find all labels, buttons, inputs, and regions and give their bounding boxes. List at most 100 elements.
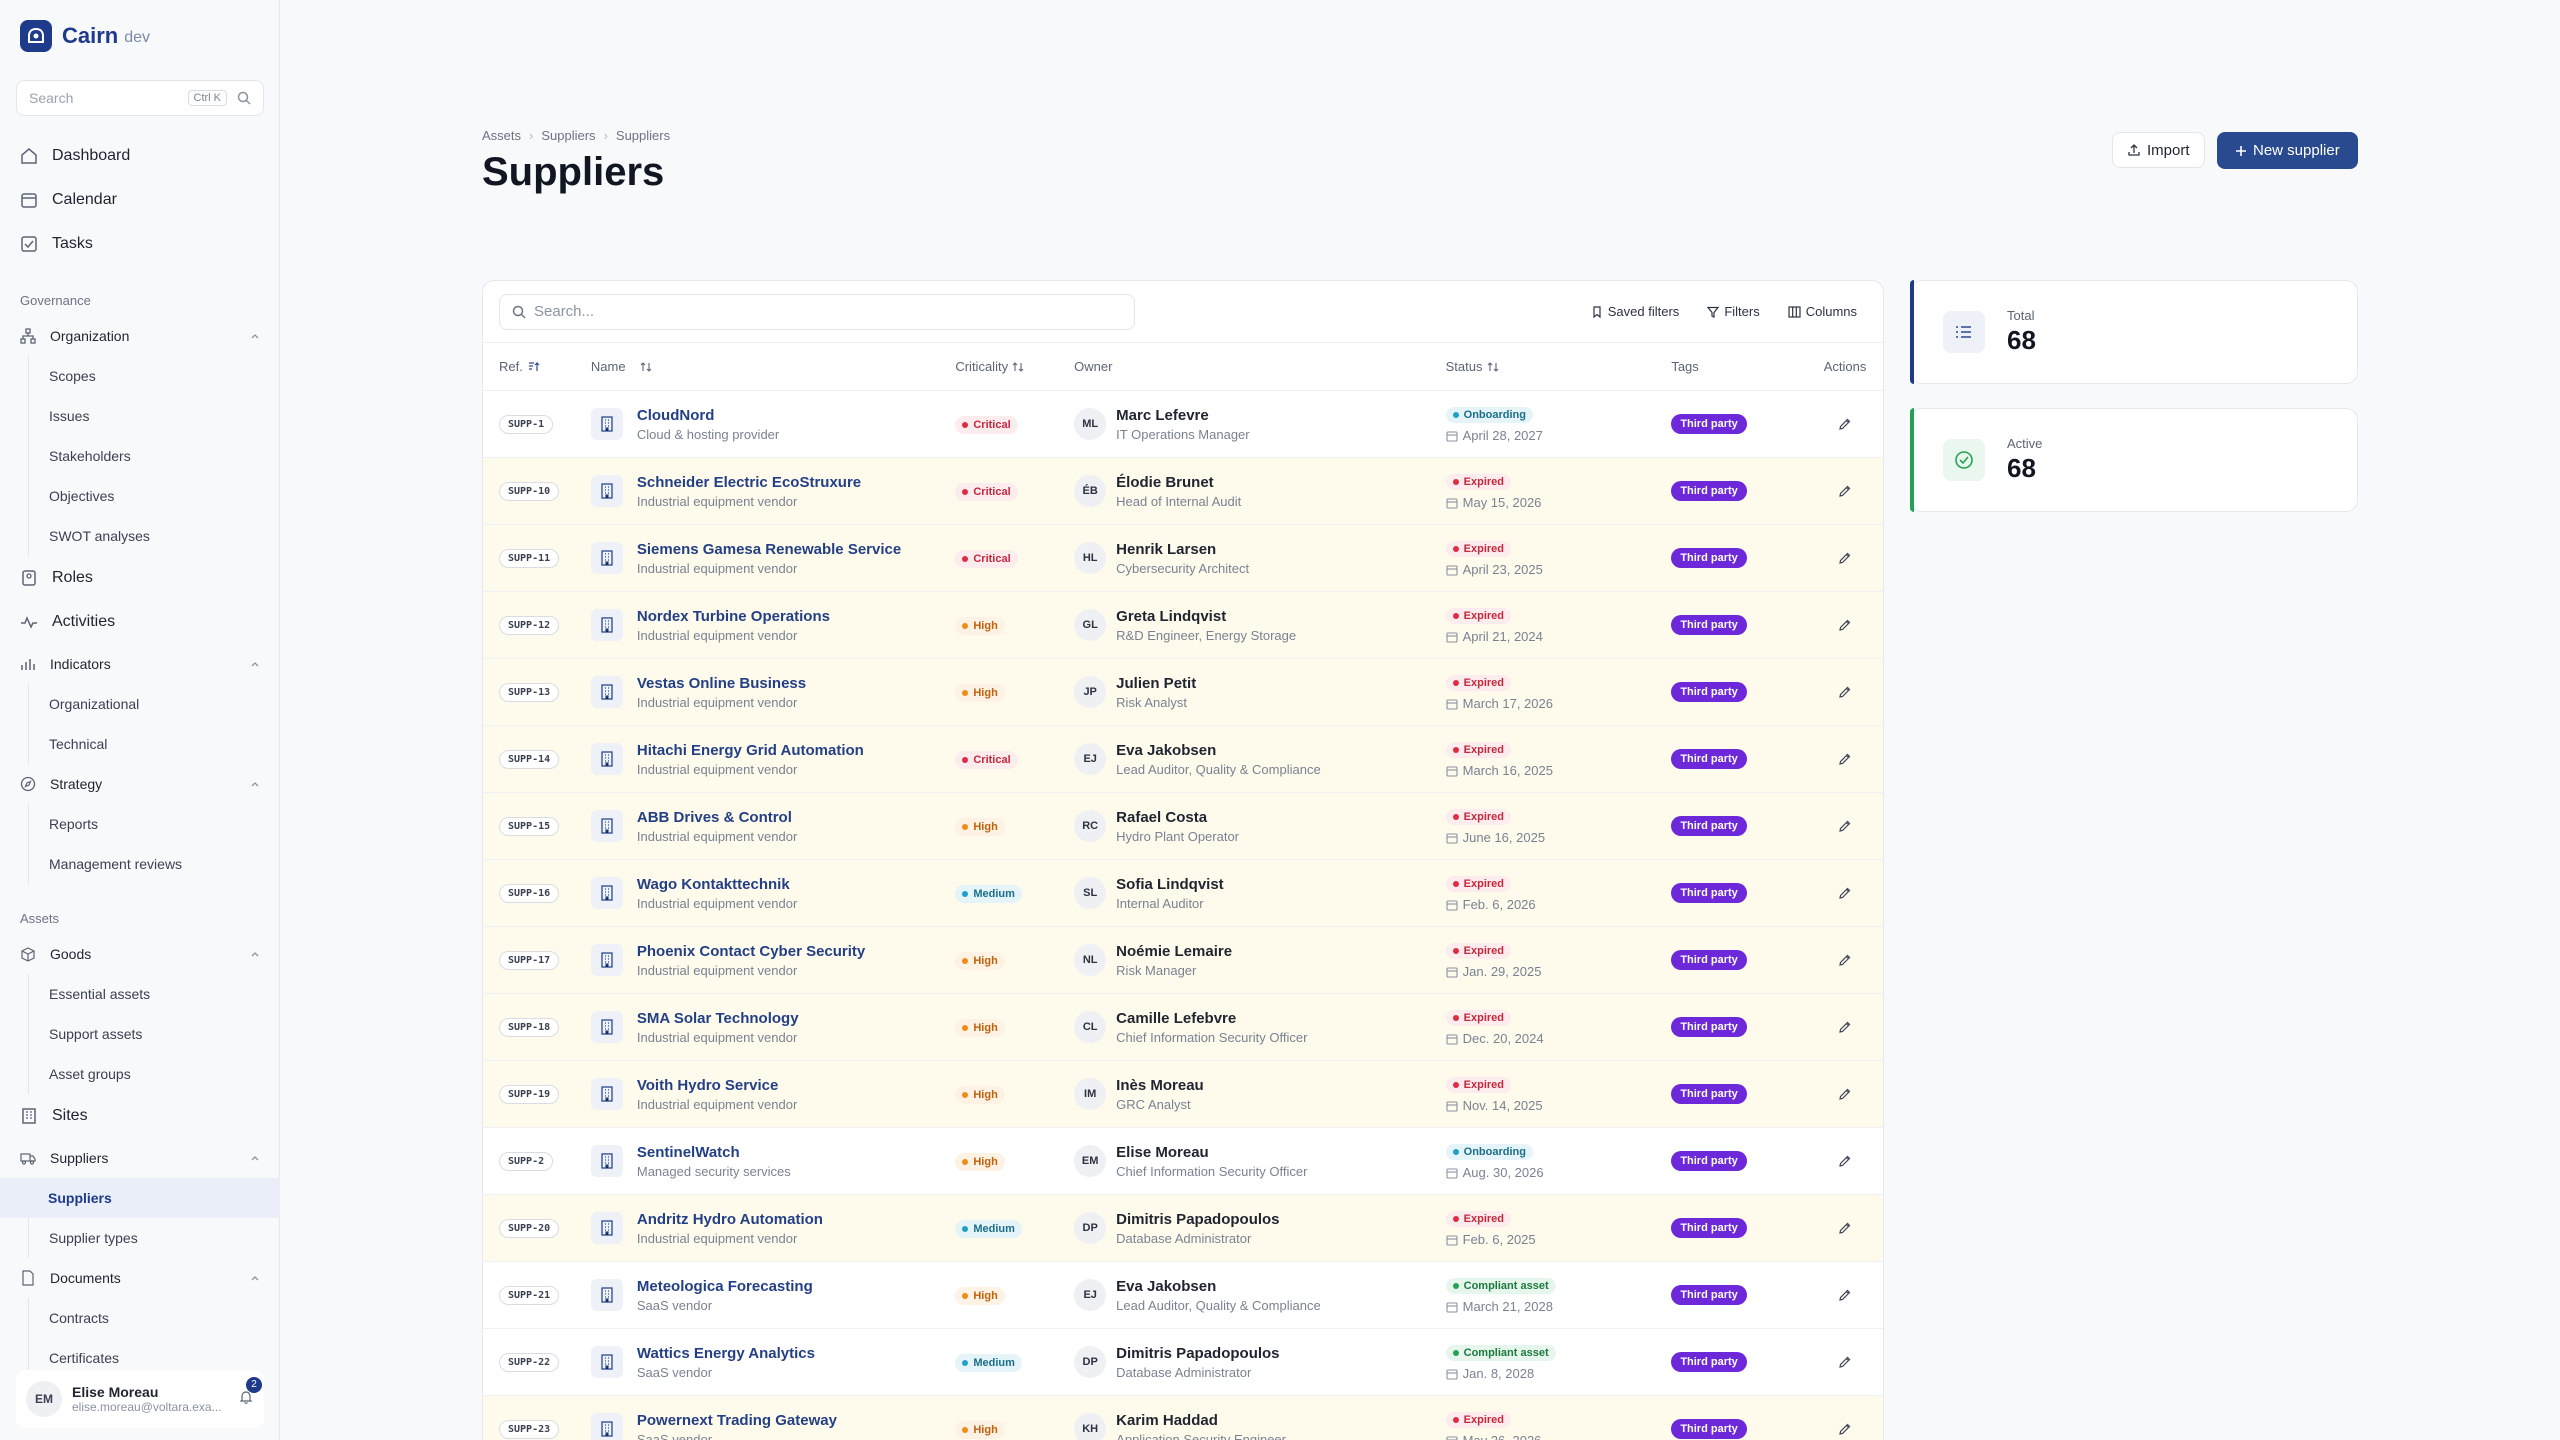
edit-icon[interactable] xyxy=(1838,417,1852,431)
chevron-up-icon[interactable] xyxy=(250,1273,260,1283)
sidebar-item-sites[interactable]: Sites xyxy=(0,1094,280,1138)
sidebar-item-reports[interactable]: Reports xyxy=(28,804,280,844)
breadcrumb-item[interactable]: Suppliers xyxy=(541,128,595,143)
sidebar-group-goods[interactable]: Goods xyxy=(0,934,280,974)
chevron-up-icon[interactable] xyxy=(250,779,260,789)
sidebar-item-issues[interactable]: Issues xyxy=(28,396,280,436)
edit-icon[interactable] xyxy=(1838,752,1852,766)
supplier-name-link[interactable]: SMA Solar Technology xyxy=(637,1010,799,1027)
chevron-up-icon[interactable] xyxy=(250,659,260,669)
supplier-name-link[interactable]: Voith Hydro Service xyxy=(637,1077,797,1094)
table-row[interactable]: SUPP-21 Meteologica Forecasting SaaS ven… xyxy=(483,1262,1883,1329)
supplier-name-link[interactable]: Wattics Energy Analytics xyxy=(637,1345,815,1362)
sidebar-item-objectives[interactable]: Objectives xyxy=(28,476,280,516)
edit-icon[interactable] xyxy=(1838,1154,1852,1168)
brand[interactable]: Cairn dev xyxy=(20,18,150,54)
edit-icon[interactable] xyxy=(1838,1288,1852,1302)
table-row[interactable]: SUPP-18 SMA Solar Technology Industrial … xyxy=(483,994,1883,1061)
chevron-up-icon[interactable] xyxy=(250,1153,260,1163)
sidebar-search-input[interactable]: Search Ctrl K xyxy=(16,80,264,116)
table-row[interactable]: SUPP-22 Wattics Energy Analytics SaaS ve… xyxy=(483,1329,1883,1396)
cell-criticality: High xyxy=(955,1018,1074,1037)
edit-icon[interactable] xyxy=(1838,819,1852,833)
supplier-name-link[interactable]: SentinelWatch xyxy=(637,1144,791,1161)
sidebar-item-supplier-types[interactable]: Supplier types xyxy=(28,1218,280,1258)
columns-button[interactable]: Columns xyxy=(1778,297,1867,327)
table-row[interactable]: SUPP-1 CloudNord Cloud & hosting provide… xyxy=(483,391,1883,458)
sidebar-item-calendar[interactable]: Calendar xyxy=(0,178,280,222)
column-header-criticality[interactable]: Criticality xyxy=(955,359,1074,374)
table-row[interactable]: SUPP-2 SentinelWatch Managed security se… xyxy=(483,1128,1883,1195)
table-row[interactable]: SUPP-13 Vestas Online Business Industria… xyxy=(483,659,1883,726)
sidebar-item-management-reviews[interactable]: Management reviews xyxy=(28,844,280,884)
table-row[interactable]: SUPP-23 Powernext Trading Gateway SaaS v… xyxy=(483,1396,1883,1440)
table-row[interactable]: SUPP-12 Nordex Turbine Operations Indust… xyxy=(483,592,1883,659)
user-card[interactable]: EM Elise Moreau elise.moreau@voltara.exa… xyxy=(16,1370,264,1428)
sidebar-item-essential-assets[interactable]: Essential assets xyxy=(28,974,280,1014)
table-row[interactable]: SUPP-16 Wago Kontakttechnik Industrial e… xyxy=(483,860,1883,927)
edit-icon[interactable] xyxy=(1838,1355,1852,1369)
edit-icon[interactable] xyxy=(1838,551,1852,565)
edit-icon[interactable] xyxy=(1838,1020,1852,1034)
supplier-name-link[interactable]: Siemens Gamesa Renewable Service xyxy=(637,541,901,558)
column-header-ref[interactable]: Ref. xyxy=(483,359,591,374)
supplier-name-link[interactable]: Wago Kontakttechnik xyxy=(637,876,797,893)
import-button[interactable]: Import xyxy=(2112,132,2205,168)
table-row[interactable]: SUPP-11 Siemens Gamesa Renewable Service… xyxy=(483,525,1883,592)
sidebar-item-roles[interactable]: Roles xyxy=(0,556,280,600)
sidebar-item-technical[interactable]: Technical xyxy=(28,724,280,764)
table-row[interactable]: SUPP-14 Hitachi Energy Grid Automation I… xyxy=(483,726,1883,793)
filters-button[interactable]: Filters xyxy=(1697,297,1769,327)
column-header-status[interactable]: Status xyxy=(1446,359,1672,374)
supplier-name-link[interactable]: Schneider Electric EcoStruxure xyxy=(637,474,861,491)
supplier-name-link[interactable]: Phoenix Contact Cyber Security xyxy=(637,943,865,960)
table-row[interactable]: SUPP-10 Schneider Electric EcoStruxure I… xyxy=(483,458,1883,525)
sidebar-item-support-assets[interactable]: Support assets xyxy=(28,1014,280,1054)
sidebar-item-tasks[interactable]: Tasks xyxy=(0,222,280,266)
edit-icon[interactable] xyxy=(1838,953,1852,967)
chevron-up-icon[interactable] xyxy=(250,949,260,959)
sidebar-item-stakeholders[interactable]: Stakeholders xyxy=(28,436,280,476)
sidebar-item-scopes[interactable]: Scopes xyxy=(28,356,280,396)
sidebar-item-dashboard[interactable]: Dashboard xyxy=(0,134,280,178)
supplier-name-link[interactable]: Hitachi Energy Grid Automation xyxy=(637,742,864,759)
notifications-button[interactable]: 2 xyxy=(238,1376,262,1410)
chevron-up-icon[interactable] xyxy=(250,331,260,341)
supplier-name-link[interactable]: Vestas Online Business xyxy=(637,675,806,692)
edit-icon[interactable] xyxy=(1838,484,1852,498)
table-row[interactable]: SUPP-19 Voith Hydro Service Industrial e… xyxy=(483,1061,1883,1128)
edit-icon[interactable] xyxy=(1838,886,1852,900)
sidebar-group-suppliers[interactable]: Suppliers xyxy=(0,1138,280,1178)
sidebar-item-contracts[interactable]: Contracts xyxy=(28,1298,280,1338)
breadcrumb-item[interactable]: Assets xyxy=(482,128,521,143)
edit-icon[interactable] xyxy=(1838,618,1852,632)
table-search-input[interactable]: Search... xyxy=(499,293,1135,330)
supplier-name-link[interactable]: ABB Drives & Control xyxy=(637,809,797,826)
edit-icon[interactable] xyxy=(1838,1422,1852,1436)
column-header-name[interactable]: Name xyxy=(591,359,955,374)
supplier-name-link[interactable]: Meteologica Forecasting xyxy=(637,1278,813,1295)
sidebar-item-asset-groups[interactable]: Asset groups xyxy=(28,1054,280,1094)
supplier-name-link[interactable]: CloudNord xyxy=(637,407,779,424)
sidebar-item-activities[interactable]: Activities xyxy=(0,600,280,644)
supplier-name-link[interactable]: Powernext Trading Gateway xyxy=(637,1412,837,1429)
sidebar-group-documents[interactable]: Documents xyxy=(0,1258,280,1298)
edit-icon[interactable] xyxy=(1838,1087,1852,1101)
cell-owner: DP Dimitris Papadopoulos Database Admini… xyxy=(1074,1345,1445,1380)
supplier-name-link[interactable]: Nordex Turbine Operations xyxy=(637,608,830,625)
sidebar-item-swot[interactable]: SWOT analyses xyxy=(28,516,280,556)
table-row[interactable]: SUPP-15 ABB Drives & Control Industrial … xyxy=(483,793,1883,860)
saved-filters-button[interactable]: Saved filters xyxy=(1581,297,1690,327)
status-date: April 28, 2027 xyxy=(1446,428,1672,443)
table-row[interactable]: SUPP-17 Phoenix Contact Cyber Security I… xyxy=(483,927,1883,994)
sidebar-group-organization[interactable]: Organization xyxy=(0,316,280,356)
sidebar-item-suppliers[interactable]: Suppliers xyxy=(0,1178,280,1218)
sidebar-item-organizational[interactable]: Organizational xyxy=(28,684,280,724)
table-row[interactable]: SUPP-20 Andritz Hydro Automation Industr… xyxy=(483,1195,1883,1262)
edit-icon[interactable] xyxy=(1838,1221,1852,1235)
sidebar-group-indicators[interactable]: Indicators xyxy=(0,644,280,684)
sidebar-group-strategy[interactable]: Strategy xyxy=(0,764,280,804)
new-supplier-button[interactable]: New supplier xyxy=(2217,132,2358,169)
supplier-name-link[interactable]: Andritz Hydro Automation xyxy=(637,1211,823,1228)
edit-icon[interactable] xyxy=(1838,685,1852,699)
